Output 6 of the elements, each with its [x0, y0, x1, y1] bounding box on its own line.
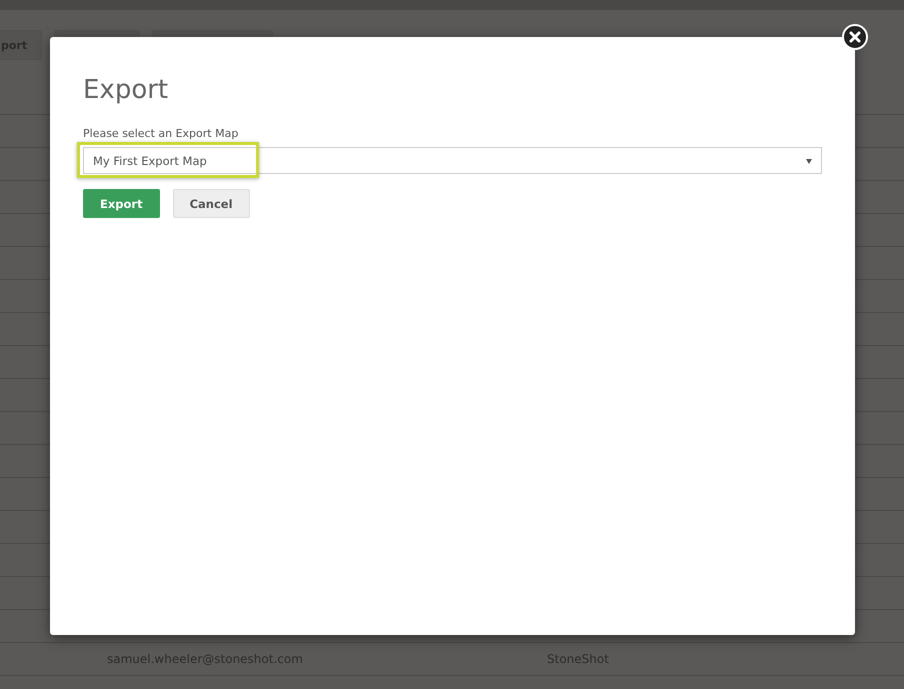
field-label: Please select an Export Map — [83, 127, 240, 140]
export-map-select[interactable]: My First Export Map — [83, 147, 822, 174]
export-button[interactable]: Export — [83, 189, 160, 218]
caret-icon — [806, 158, 812, 164]
dialog-title: Export — [83, 74, 170, 107]
cancel-button[interactable]: Cancel — [172, 189, 250, 218]
